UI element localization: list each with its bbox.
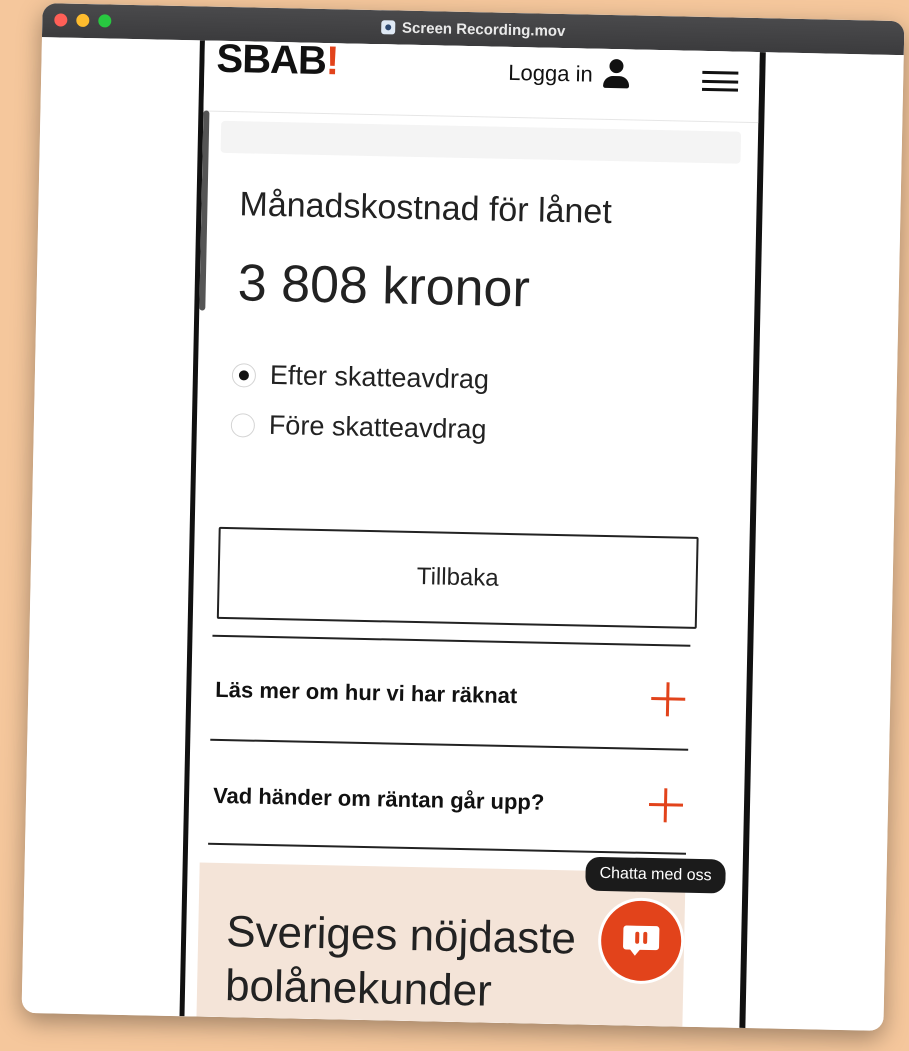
menu-bar [702, 70, 739, 75]
radio-label: Före skatteavdrag [268, 409, 487, 445]
minimize-window-button[interactable] [76, 13, 90, 28]
login-link[interactable]: Logga in [508, 57, 631, 92]
screen-recording-window: Screen Recording.mov SBAB! Logga in Måna… [21, 3, 905, 1031]
radio-option-after-tax[interactable]: Efter skatteavdrag [231, 359, 490, 395]
window-title-group: Screen Recording.mov [380, 19, 566, 40]
menu-bar [701, 87, 739, 92]
promo-heading: Sveriges nöjdaste bolånekunder [224, 907, 577, 1016]
scroll-indicator [199, 110, 210, 311]
mobile-screen: SBAB! Logga in Månadskostnad för lånet 3… [179, 40, 766, 1029]
divider [210, 738, 689, 751]
close-window-button[interactable] [54, 13, 68, 27]
hamburger-menu-icon[interactable] [701, 70, 739, 92]
person-icon [602, 59, 631, 92]
video-content: SBAB! Logga in Månadskostnad för lånet 3… [21, 37, 904, 1031]
plus-icon[interactable] [651, 682, 686, 717]
back-button[interactable]: Tillbaka [216, 526, 699, 629]
chat-tooltip: Chatta med oss [585, 856, 726, 894]
card-top-edge [220, 120, 742, 164]
login-label: Logga in [508, 59, 593, 87]
divider [212, 634, 691, 647]
sbab-logo[interactable]: SBAB! [216, 40, 339, 84]
accordion-label: Vad händer om räntan går upp? [212, 782, 545, 815]
menu-bar [702, 79, 739, 84]
radio-button-selected[interactable] [231, 362, 257, 388]
accordion-label: Läs mer om hur vi har räknat [215, 676, 518, 709]
radio-option-before-tax[interactable]: Före skatteavdrag [230, 409, 487, 445]
radio-label: Efter skatteavdrag [269, 359, 490, 395]
window-title: Screen Recording.mov [401, 19, 566, 40]
chat-icon-dots [635, 931, 640, 944]
site-header: SBAB! Logga in [203, 40, 760, 124]
plus-icon[interactable] [649, 788, 684, 823]
zoom-window-button[interactable] [98, 14, 112, 28]
loan-cost-label: Månadskostnad för lånet [239, 185, 613, 232]
loan-cost-amount: 3 808 kronor [237, 254, 531, 319]
logo-mark: ! [325, 40, 339, 84]
chat-icon [623, 925, 660, 956]
accordion-how-we-calculated[interactable]: Läs mer om hur vi har räknat [215, 655, 686, 735]
logo-text: SBAB [216, 40, 327, 84]
window-controls [54, 13, 112, 28]
radio-button[interactable] [230, 412, 256, 438]
accordion-rate-increase[interactable]: Vad händer om räntan går upp? [212, 761, 683, 841]
quicktime-file-icon [380, 20, 396, 35]
divider [208, 842, 687, 855]
